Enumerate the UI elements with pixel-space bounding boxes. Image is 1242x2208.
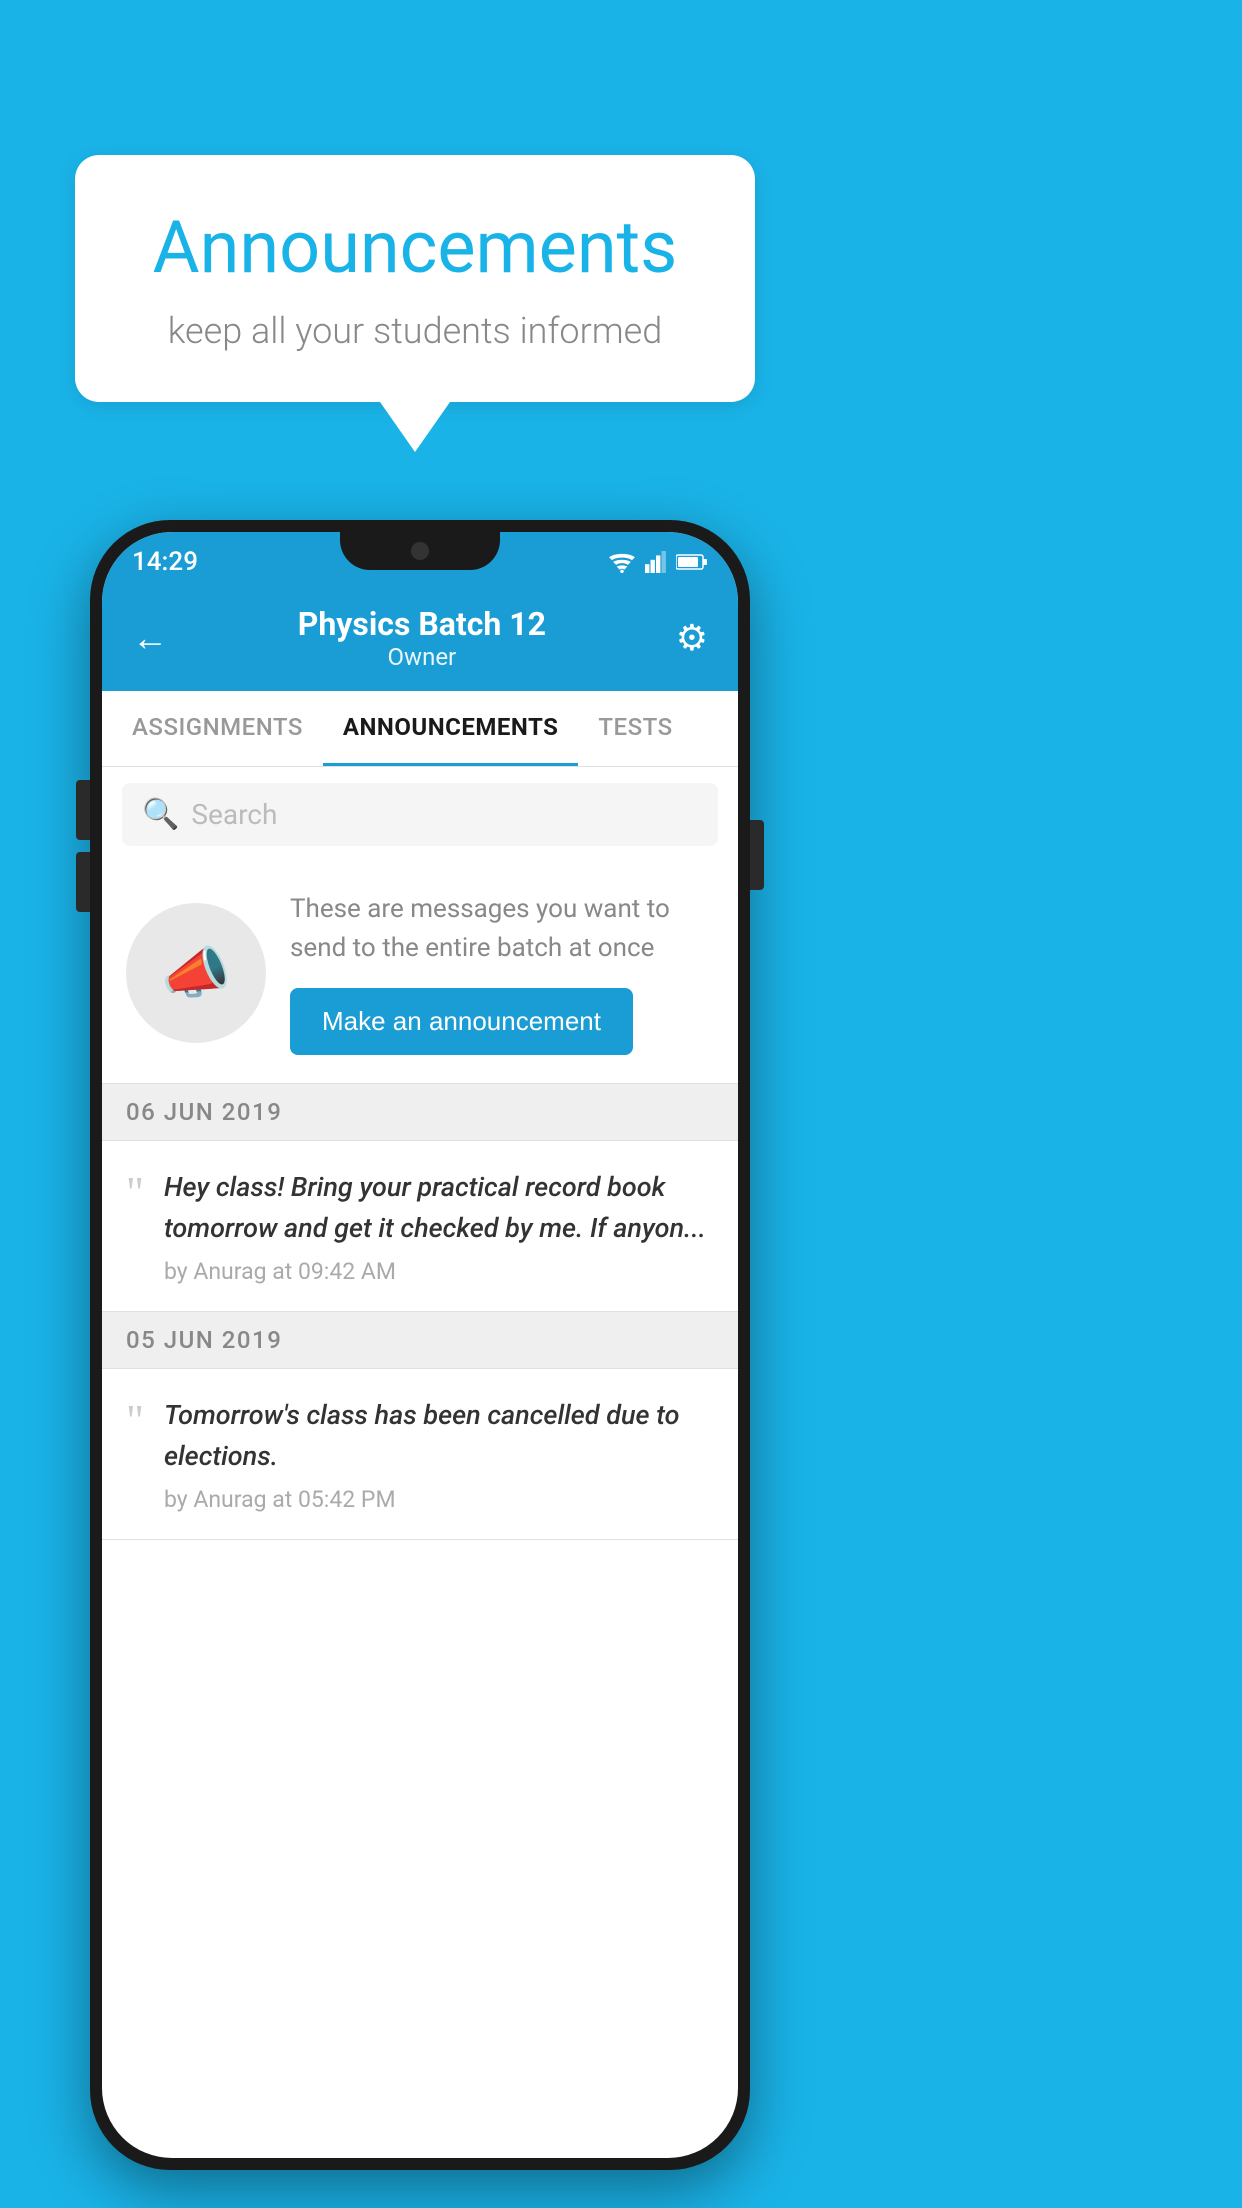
front-camera: [411, 542, 429, 560]
battery-icon: [676, 553, 708, 571]
search-bar[interactable]: 🔍 Search: [122, 783, 718, 846]
search-container: 🔍 Search: [102, 767, 738, 862]
volume-up-button[interactable]: [76, 780, 90, 840]
search-placeholder: Search: [191, 798, 277, 831]
make-announcement-button[interactable]: Make an announcement: [290, 988, 633, 1055]
app-header: ← Physics Batch 12 Owner ⚙: [102, 587, 738, 691]
announcement-item-1[interactable]: " Hey class! Bring your practical record…: [102, 1141, 738, 1312]
settings-icon[interactable]: ⚙: [676, 617, 708, 659]
phone-screen: 14:29: [102, 532, 738, 2158]
announcement-meta-1: by Anurag at 09:42 AM: [164, 1258, 714, 1285]
announcement-text-2: Tomorrow's class has been cancelled due …: [164, 1395, 714, 1476]
header-center: Physics Batch 12 Owner: [298, 605, 546, 671]
speech-bubble: Announcements keep all your students inf…: [75, 155, 755, 402]
date-separator-1: 06 JUN 2019: [102, 1084, 738, 1141]
search-icon: 🔍: [142, 797, 179, 832]
status-time: 14:29: [132, 547, 198, 577]
tab-tests[interactable]: TESTS: [578, 691, 692, 766]
announcement-text-1: Hey class! Bring your practical record b…: [164, 1167, 714, 1248]
phone-mockup: 14:29: [90, 520, 750, 2170]
megaphone-circle: 📣: [126, 903, 266, 1043]
phone-outer: 14:29: [90, 520, 750, 2170]
announcement-item-2[interactable]: " Tomorrow's class has been cancelled du…: [102, 1369, 738, 1540]
quote-icon-2: ": [126, 1403, 144, 1438]
header-title: Physics Batch 12: [298, 605, 546, 643]
header-subtitle: Owner: [298, 643, 546, 671]
announcement-content-2: Tomorrow's class has been cancelled due …: [164, 1395, 714, 1513]
promo-content: These are messages you want to send to t…: [290, 890, 714, 1055]
bubble-title: Announcements: [135, 205, 695, 290]
back-button[interactable]: ←: [132, 617, 168, 659]
speech-bubble-container: Announcements keep all your students inf…: [75, 155, 755, 452]
status-icons: [608, 551, 708, 573]
bubble-subtitle: keep all your students informed: [135, 310, 695, 352]
power-button[interactable]: [750, 820, 764, 890]
announcement-content-1: Hey class! Bring your practical record b…: [164, 1167, 714, 1285]
speech-bubble-tail: [380, 402, 450, 452]
megaphone-icon: 📣: [161, 940, 231, 1006]
quote-icon-1: ": [126, 1175, 144, 1210]
tab-announcements[interactable]: ANNOUNCEMENTS: [323, 691, 579, 766]
wifi-icon: [608, 551, 636, 573]
left-side-buttons: [76, 780, 90, 912]
phone-notch: [340, 532, 500, 570]
right-side-buttons: [750, 820, 764, 890]
signal-icon: [644, 551, 668, 573]
volume-down-button[interactable]: [76, 852, 90, 912]
announcement-meta-2: by Anurag at 05:42 PM: [164, 1486, 714, 1513]
date-separator-2: 05 JUN 2019: [102, 1312, 738, 1369]
tab-assignments[interactable]: ASSIGNMENTS: [112, 691, 323, 766]
promo-description: These are messages you want to send to t…: [290, 890, 714, 968]
promo-block: 📣 These are messages you want to send to…: [102, 862, 738, 1084]
tabs-bar: ASSIGNMENTS ANNOUNCEMENTS TESTS: [102, 691, 738, 767]
